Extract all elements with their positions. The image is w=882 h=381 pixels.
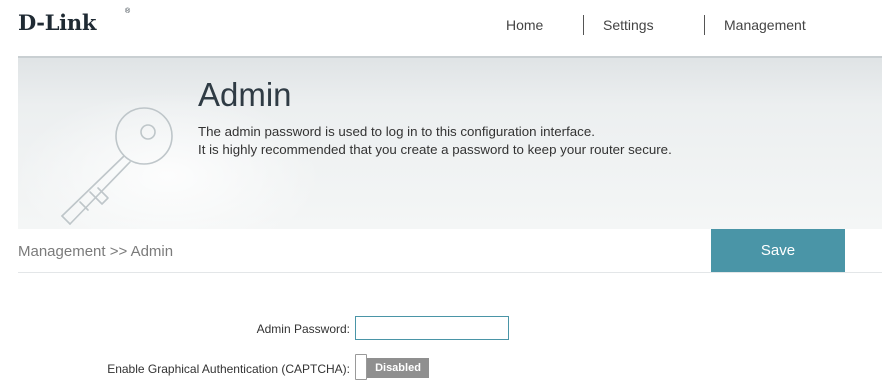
admin-password-input[interactable] [355, 316, 509, 340]
divider [18, 272, 882, 273]
page-description: The admin password is used to log in to … [198, 124, 595, 139]
nav-home-link[interactable]: Home [506, 17, 543, 33]
admin-page: D-Link ® Home Settings Management Admin … [0, 0, 882, 381]
key-icon [61, 107, 173, 225]
nav-divider [704, 15, 705, 35]
nav-management-link[interactable]: Management [724, 17, 806, 33]
dlink-logo[interactable]: D-Link [18, 10, 96, 35]
page-title: Admin [198, 76, 292, 113]
captcha-toggle[interactable]: Disabled [355, 354, 431, 381]
save-button[interactable]: Save [711, 229, 845, 273]
nav-settings-link[interactable]: Settings [603, 17, 654, 33]
page-banner: Admin The admin password is used to log … [18, 56, 882, 229]
registered-mark: ® [125, 8, 131, 15]
breadcrumb: Management >> Admin [18, 243, 174, 260]
nav-divider [583, 15, 584, 35]
captcha-label: Enable Graphical Authentication (CAPTCHA… [107, 362, 350, 376]
top-navigation-bar: D-Link ® Home Settings Management [0, 0, 882, 56]
toggle-knob[interactable] [355, 354, 367, 380]
action-bar: Management >> Admin Save [18, 229, 882, 273]
page-description: It is highly recommended that you create… [198, 142, 672, 157]
toggle-state-label: Disabled [367, 358, 429, 378]
admin-password-label: Admin Password: [256, 322, 350, 336]
